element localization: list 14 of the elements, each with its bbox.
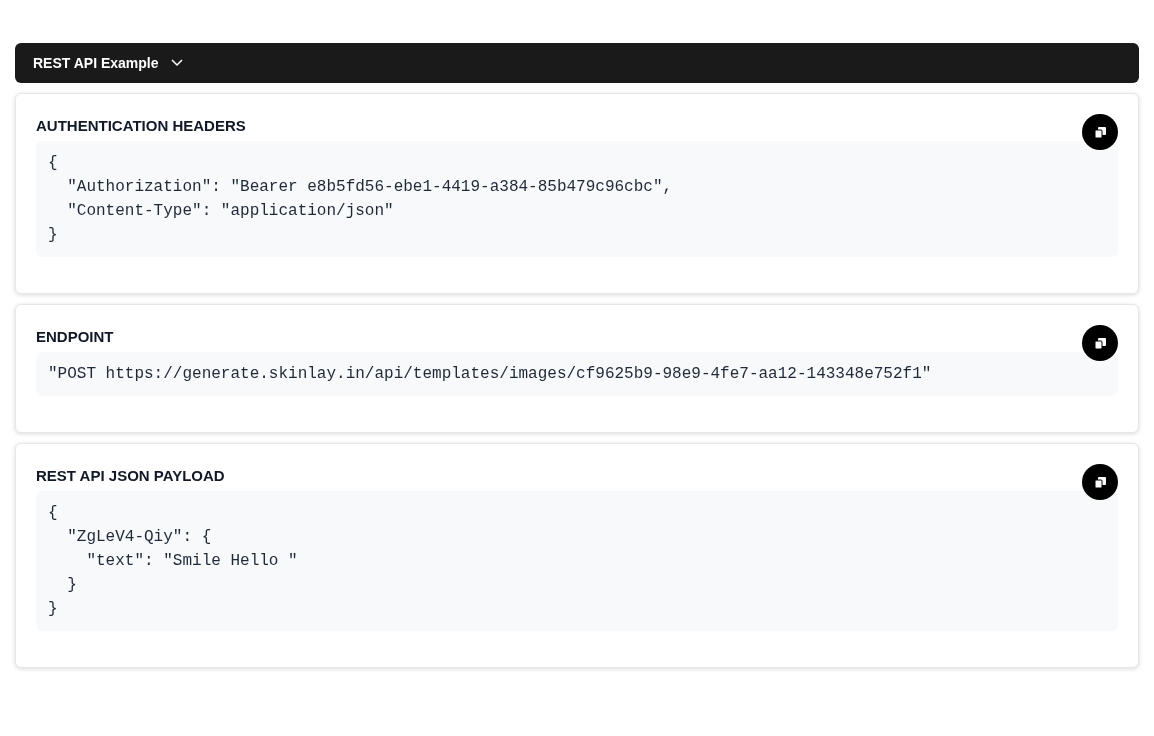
section-title: REST API JSON PAYLOAD bbox=[36, 466, 225, 486]
dropdown-button[interactable]: REST API Example bbox=[15, 43, 1139, 83]
chevron-down-icon bbox=[170, 59, 183, 67]
section-title: AUTHENTICATION HEADERS bbox=[36, 116, 246, 136]
code-block: "POST https://generate.skinlay.in/api/templates/images/cf9625b9-98e9-4fe7-aa12-143348e752f1" bbox=[36, 352, 1118, 396]
copy-icon bbox=[1094, 126, 1106, 138]
copy-button[interactable] bbox=[1082, 464, 1118, 500]
copy-button[interactable] bbox=[1082, 325, 1118, 361]
code-block: { "Authorization": "Bearer e8b5fd56-ebe1-4419-a384-85b479c96cbc", "Content-Type": "application/json" } bbox=[36, 141, 1118, 257]
code-block: { "ZgLeV4-Qiy": { "text": "Smile Hello " } } bbox=[36, 491, 1118, 631]
copy-icon bbox=[1094, 476, 1106, 488]
copy-icon bbox=[1094, 337, 1106, 349]
copy-button[interactable] bbox=[1082, 114, 1118, 150]
section-title: ENDPOINT bbox=[36, 327, 114, 347]
